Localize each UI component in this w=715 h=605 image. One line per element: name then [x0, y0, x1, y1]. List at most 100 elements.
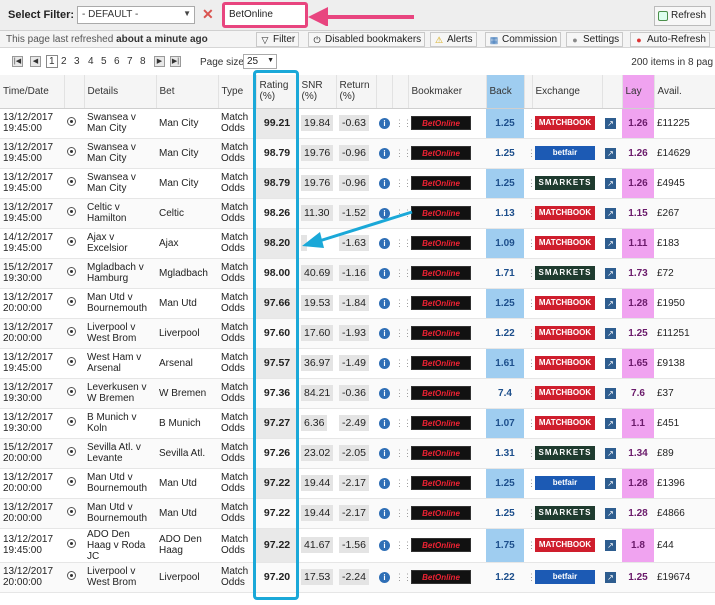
- col-rating[interactable]: Rating (%): [256, 75, 299, 109]
- external-link-icon[interactable]: ↗: [605, 357, 616, 369]
- table-row[interactable]: 13/12/2017 19:45:00 Swansea v Man City Man C…: [0, 138, 715, 169]
- cell-info[interactable]: i: [376, 288, 392, 319]
- prev-page-icon[interactable]: ◀: [30, 56, 41, 67]
- external-link-icon[interactable]: ↗: [605, 297, 616, 309]
- table-row[interactable]: 13/12/2017 19:30:00 Leverkusen vW Bremen W …: [0, 378, 715, 409]
- cell-info[interactable]: i: [376, 408, 392, 439]
- search-input[interactable]: BetOnline: [222, 2, 308, 28]
- external-link-icon[interactable]: ↗: [605, 507, 616, 519]
- cell-info[interactable]: i: [376, 228, 392, 259]
- cell-back[interactable]: 1.25: [486, 288, 524, 319]
- cell-info[interactable]: i: [376, 348, 392, 379]
- cell-details[interactable]: Swansea v Man City: [84, 108, 156, 139]
- external-link-icon[interactable]: ↗: [605, 147, 616, 159]
- cell-lay[interactable]: 1.28: [622, 468, 654, 499]
- cell-back[interactable]: 1.31: [486, 438, 524, 469]
- cell-back[interactable]: 1.22: [486, 318, 524, 349]
- table-row[interactable]: 13/12/2017 19:45:00 ADO Den Haag v Roda JC A…: [0, 528, 715, 563]
- cell-lay[interactable]: 1.25: [622, 562, 654, 593]
- exchange-logo[interactable]: SMARKETS: [535, 446, 595, 460]
- exchange-logo[interactable]: SMARKETS: [535, 506, 595, 520]
- cell-lay[interactable]: 1.28: [622, 288, 654, 319]
- bookmaker-logo[interactable]: BetOnline: [411, 356, 471, 370]
- cell-exchange[interactable]: MATCHBOOK: [532, 408, 602, 439]
- last-page-icon[interactable]: ▶|: [170, 56, 181, 67]
- cell-back[interactable]: 1.07: [486, 408, 524, 439]
- cell-info[interactable]: i: [376, 168, 392, 199]
- bookmaker-logo[interactable]: BetOnline: [411, 326, 471, 340]
- cell-bookmaker[interactable]: BetOnline: [408, 348, 486, 379]
- cell-exchange[interactable]: SMARKETS: [532, 498, 602, 529]
- cell-info[interactable]: i: [376, 378, 392, 409]
- bookmaker-logo[interactable]: BetOnline: [411, 206, 471, 220]
- external-link-icon[interactable]: ↗: [605, 267, 616, 279]
- cell-details[interactable]: Man Utd v Bournemouth: [84, 288, 156, 319]
- exchange-logo[interactable]: MATCHBOOK: [535, 116, 595, 130]
- cell-lay[interactable]: 1.1: [622, 408, 654, 439]
- commission-button[interactable]: ▦ Commission: [485, 32, 562, 47]
- cell-info[interactable]: i: [376, 258, 392, 289]
- cell-lay[interactable]: 1.8: [622, 528, 654, 563]
- cell-lay[interactable]: 1.73: [622, 258, 654, 289]
- cell-lay[interactable]: 1.26: [622, 138, 654, 169]
- cell-bookmaker[interactable]: BetOnline: [408, 288, 486, 319]
- cell-link[interactable]: ↗: [602, 138, 622, 169]
- info-icon[interactable]: i: [379, 447, 390, 459]
- info-icon[interactable]: i: [379, 357, 390, 369]
- bookmaker-logo[interactable]: BetOnline: [411, 570, 471, 584]
- cell-bookmaker[interactable]: BetOnline: [408, 468, 486, 499]
- cell-bookmaker[interactable]: BetOnline: [408, 408, 486, 439]
- info-icon[interactable]: i: [379, 571, 390, 583]
- page-link[interactable]: 7: [127, 56, 133, 67]
- cell-exchange[interactable]: MATCHBOOK: [532, 108, 602, 139]
- cell-exchange[interactable]: SMARKETS: [532, 168, 602, 199]
- col-avail[interactable]: Avail.: [654, 75, 715, 109]
- cell-bookmaker[interactable]: BetOnline: [408, 198, 486, 229]
- cell-link[interactable]: ↗: [602, 438, 622, 469]
- cell-details[interactable]: ADO Den Haag v Roda JC: [84, 528, 156, 563]
- external-link-icon[interactable]: ↗: [605, 447, 616, 459]
- filter-button[interactable]: ▽ Filter: [256, 32, 300, 47]
- table-row[interactable]: 13/12/2017 20:00:00 Liverpool v West Brom Li…: [0, 562, 715, 593]
- cell-link[interactable]: ↗: [602, 498, 622, 529]
- info-icon[interactable]: i: [379, 147, 390, 159]
- cell-lay[interactable]: 1.28: [622, 498, 654, 529]
- cell-details[interactable]: Swansea v Man City: [84, 138, 156, 169]
- bookmaker-logo[interactable]: BetOnline: [411, 236, 471, 250]
- table-row[interactable]: 14/12/2017 19:45:00 Ajax v Excelsior Ajax Mat…: [0, 228, 715, 259]
- col-bet[interactable]: Bet: [156, 75, 219, 109]
- exchange-logo[interactable]: MATCHBOOK: [535, 326, 595, 340]
- page-link[interactable]: 6: [114, 56, 120, 67]
- cell-link[interactable]: ↗: [602, 168, 622, 199]
- cell-exchange[interactable]: MATCHBOOK: [532, 198, 602, 229]
- table-row[interactable]: 13/12/2017 20:00:00 Liverpool v West Brom Li…: [0, 318, 715, 349]
- exchange-logo[interactable]: betfair: [535, 570, 595, 584]
- exchange-logo[interactable]: MATCHBOOK: [535, 206, 595, 220]
- cell-details[interactable]: Leverkusen vW Bremen: [84, 378, 156, 409]
- cell-lay[interactable]: 1.65: [622, 348, 654, 379]
- cell-exchange[interactable]: MATCHBOOK: [532, 348, 602, 379]
- cell-back[interactable]: 1.25: [486, 168, 524, 199]
- cell-exchange[interactable]: MATCHBOOK: [532, 228, 602, 259]
- page-size-select[interactable]: 25 ▼: [243, 54, 277, 69]
- cell-bookmaker[interactable]: BetOnline: [408, 498, 486, 529]
- exchange-logo[interactable]: SMARKETS: [535, 266, 595, 280]
- external-link-icon[interactable]: ↗: [605, 237, 616, 249]
- bookmaker-logo[interactable]: BetOnline: [411, 506, 471, 520]
- cell-back[interactable]: 1.25: [486, 108, 524, 139]
- cell-lay[interactable]: 1.26: [622, 168, 654, 199]
- bookmaker-logo[interactable]: BetOnline: [411, 386, 471, 400]
- cell-exchange[interactable]: MATCHBOOK: [532, 318, 602, 349]
- bookmaker-logo[interactable]: BetOnline: [411, 146, 471, 160]
- cell-info[interactable]: i: [376, 318, 392, 349]
- cell-bookmaker[interactable]: BetOnline: [408, 528, 486, 563]
- cell-link[interactable]: ↗: [602, 318, 622, 349]
- exchange-logo[interactable]: betfair: [535, 146, 595, 160]
- bookmaker-logo[interactable]: BetOnline: [411, 416, 471, 430]
- cell-lay[interactable]: 7.6: [622, 378, 654, 409]
- page-link[interactable]: 8: [140, 56, 146, 67]
- cell-info[interactable]: i: [376, 562, 392, 593]
- cell-link[interactable]: ↗: [602, 258, 622, 289]
- cell-lay[interactable]: 1.34: [622, 438, 654, 469]
- cell-back[interactable]: 1.25: [486, 498, 524, 529]
